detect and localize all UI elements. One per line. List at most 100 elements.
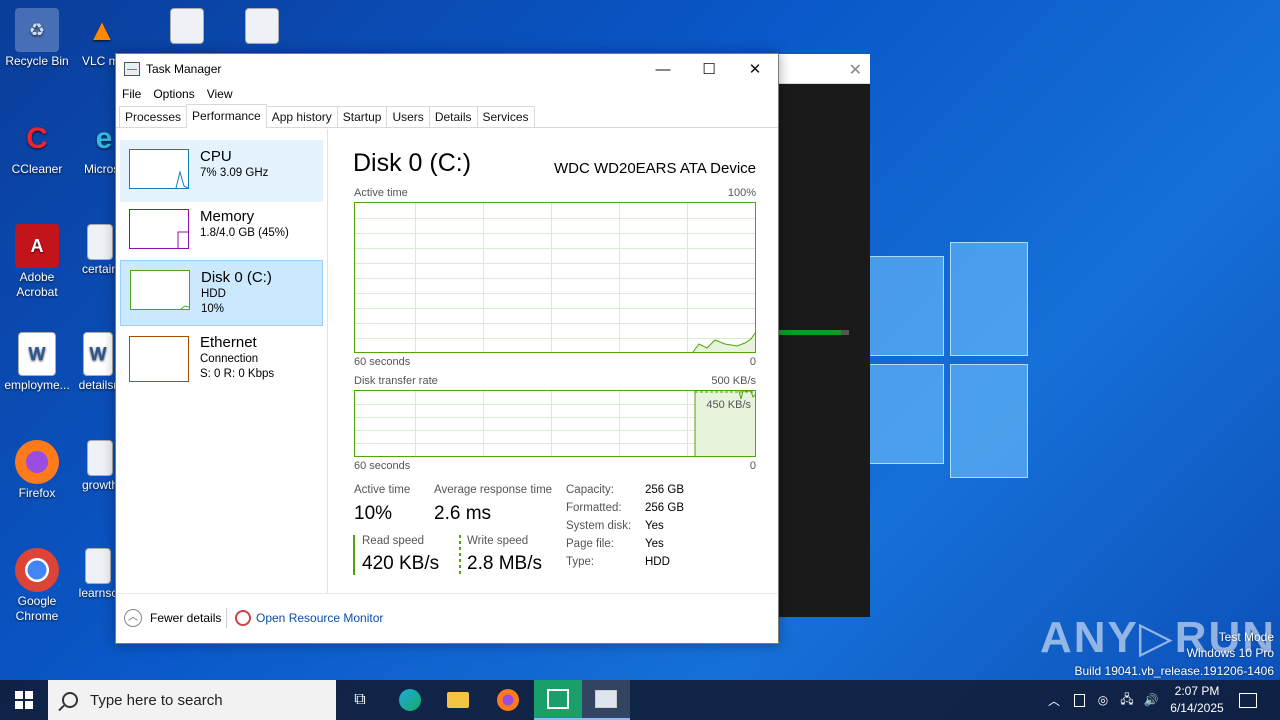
active-time-zero-label: 0 [749, 356, 756, 368]
desktop-icon-image-1[interactable] [162, 8, 212, 46]
taskbar-file-explorer[interactable] [434, 680, 482, 720]
network-icon: 🖧 [1120, 691, 1134, 706]
active-time-stat-value: 10% [354, 503, 393, 524]
footer-divider [226, 608, 227, 628]
task-manager-icon [124, 62, 140, 76]
memory-thumbnail-graph [129, 209, 189, 249]
tray-volume-icon[interactable]: 🔊 [1138, 680, 1164, 720]
windows-start-icon [15, 691, 33, 709]
speaker-icon: 🔊 [1143, 693, 1159, 707]
tray-network-icon[interactable]: 🖧 [1114, 680, 1140, 720]
desktop-icon-ccleaner[interactable]: C CCleaner [0, 116, 74, 177]
tab-services[interactable]: Services [476, 106, 535, 127]
clock-date: 6/14/2025 [1170, 701, 1224, 715]
desktop-icon-adobe-acrobat[interactable]: A Adobe Acrobat [0, 224, 74, 300]
sidebar-item-memory[interactable]: Memory 1.8/4.0 GB (45%) [120, 200, 323, 262]
sidebar-item-cpu[interactable]: CPU 7% 3.09 GHz [120, 140, 323, 202]
footer-bar: ︿ Fewer details Open Resource Monitor [116, 593, 778, 643]
desktop-icon-learnsc[interactable]: learnsc [78, 548, 118, 601]
tab-details[interactable]: Details [428, 106, 478, 127]
write-speed-label: Write speed [467, 535, 529, 547]
menu-file[interactable]: File [122, 87, 141, 101]
tab-app-history[interactable]: App history [265, 106, 338, 127]
desktop-icon-firefox[interactable]: Firefox [0, 440, 74, 501]
disk-heading: Disk 0 (C:) [353, 149, 472, 177]
desktop-icon-image-2[interactable] [237, 8, 287, 46]
transfer-rate-graph-label: Disk transfer rate [354, 375, 438, 387]
desktop-icon-employment-doc[interactable]: W employme... [0, 332, 74, 393]
disk-model: WDC WD20EARS ATA Device [554, 160, 756, 177]
avg-response-stat-value: 2.6 ms [434, 503, 492, 524]
vlc-icon: ▲ [87, 13, 117, 47]
read-speed-value: 420 KB/s [362, 553, 440, 574]
active-time-graph-max: 100% [727, 187, 756, 199]
tab-users[interactable]: Users [386, 106, 430, 127]
tray-tablet-icon[interactable] [1066, 680, 1092, 720]
recycle-bin-icon: ♻ [15, 8, 59, 52]
write-speed-indicator [459, 535, 461, 575]
window-title: Task Manager [146, 62, 222, 76]
edge-icon [399, 689, 421, 711]
taskbar-search-box[interactable]: Type here to search [48, 680, 336, 720]
close-icon[interactable]: ✕ [849, 60, 862, 80]
firefox-icon [15, 440, 59, 484]
sidebar-item-disk[interactable]: Disk 0 (C:) HDD 10% [120, 260, 323, 326]
tab-processes[interactable]: Processes [119, 106, 188, 127]
taskbar-firefox[interactable] [484, 680, 532, 720]
title-bar[interactable]: Task Manager — ☐ ✕ [116, 54, 778, 84]
taskbar-task-manager[interactable] [582, 680, 630, 720]
build-text: Build 19041.vb_release.191206-1406 [1074, 664, 1275, 678]
minimize-button[interactable]: — [640, 54, 686, 84]
search-icon [62, 692, 78, 708]
tab-performance[interactable]: Performance [186, 104, 267, 128]
chrome-icon [15, 548, 59, 592]
desktop-icon-recycle-bin[interactable]: ♻ Recycle Bin [0, 8, 74, 69]
open-resource-monitor-link[interactable]: Open Resource Monitor [256, 611, 383, 625]
camera-icon: ◎ [1097, 693, 1109, 707]
task-manager-window[interactable]: Task Manager — ☐ ✕ File Options View Pro… [115, 53, 779, 644]
image-file-icon [85, 548, 111, 584]
fewer-details-button[interactable]: Fewer details [150, 611, 221, 625]
taskbar-app-active[interactable] [534, 680, 582, 720]
active-time-graph-label: Active time [354, 187, 408, 199]
image-file-icon [87, 440, 113, 476]
menu-options[interactable]: Options [153, 87, 194, 101]
task-view-icon: ⧉ [354, 691, 366, 708]
desktop-icon-growth[interactable]: growth [80, 440, 120, 493]
tray-app-icon[interactable]: ◎ [1090, 680, 1116, 720]
tab-startup[interactable]: Startup [336, 106, 388, 127]
start-button[interactable] [0, 680, 48, 720]
transfer-rate-marker-label: 450 KB/s [706, 399, 751, 411]
active-time-graph[interactable] [354, 202, 756, 353]
search-placeholder: Type here to search [90, 691, 223, 709]
transfer-rate-zero-label: 0 [749, 460, 756, 472]
background-window-titlebar[interactable]: ✕ [779, 54, 870, 84]
action-center-button[interactable] [1226, 680, 1270, 720]
task-manager-icon [595, 690, 617, 708]
close-button[interactable]: ✕ [732, 54, 778, 84]
desktop-icon-certain[interactable]: certain [80, 224, 120, 277]
desktop-icon-details-doc[interactable]: W detailsr [78, 332, 118, 393]
chevron-up-icon[interactable]: ︿ [124, 609, 142, 627]
taskbar-edge[interactable] [386, 680, 434, 720]
tablet-icon [1073, 693, 1085, 707]
taskbar-clock[interactable]: 2:07 PM 6/14/2025 [1162, 683, 1232, 717]
windows-edition-text: Windows 10 Pro [1186, 646, 1274, 660]
sidebar-item-ethernet[interactable]: Ethernet Connection S: 0 R: 0 Kbps [120, 326, 323, 388]
app-icon [547, 689, 569, 709]
performance-sidebar: CPU 7% 3.09 GHz Memory 1.8/4.0 GB (45%) … [116, 129, 328, 595]
resource-monitor-icon[interactable] [235, 610, 251, 626]
transfer-rate-seconds-label: 60 seconds [354, 460, 411, 472]
ethernet-thumbnail-graph [129, 336, 189, 382]
firefox-icon [497, 689, 519, 711]
transfer-rate-graph[interactable]: 450 KB/s [354, 390, 756, 457]
tab-strip: Processes Performance App history Startu… [116, 104, 778, 128]
show-hidden-icons-button[interactable]: ︿ [1040, 680, 1068, 720]
maximize-button[interactable]: ☐ [686, 54, 732, 84]
avg-response-stat-label: Average response time [434, 484, 553, 496]
word-document-icon: W [83, 332, 113, 376]
menu-view[interactable]: View [207, 87, 233, 101]
desktop-icon-google-chrome[interactable]: Google Chrome [0, 548, 74, 624]
task-view-button[interactable]: ⧉ [336, 680, 384, 720]
background-window[interactable]: ✕ [779, 54, 870, 617]
